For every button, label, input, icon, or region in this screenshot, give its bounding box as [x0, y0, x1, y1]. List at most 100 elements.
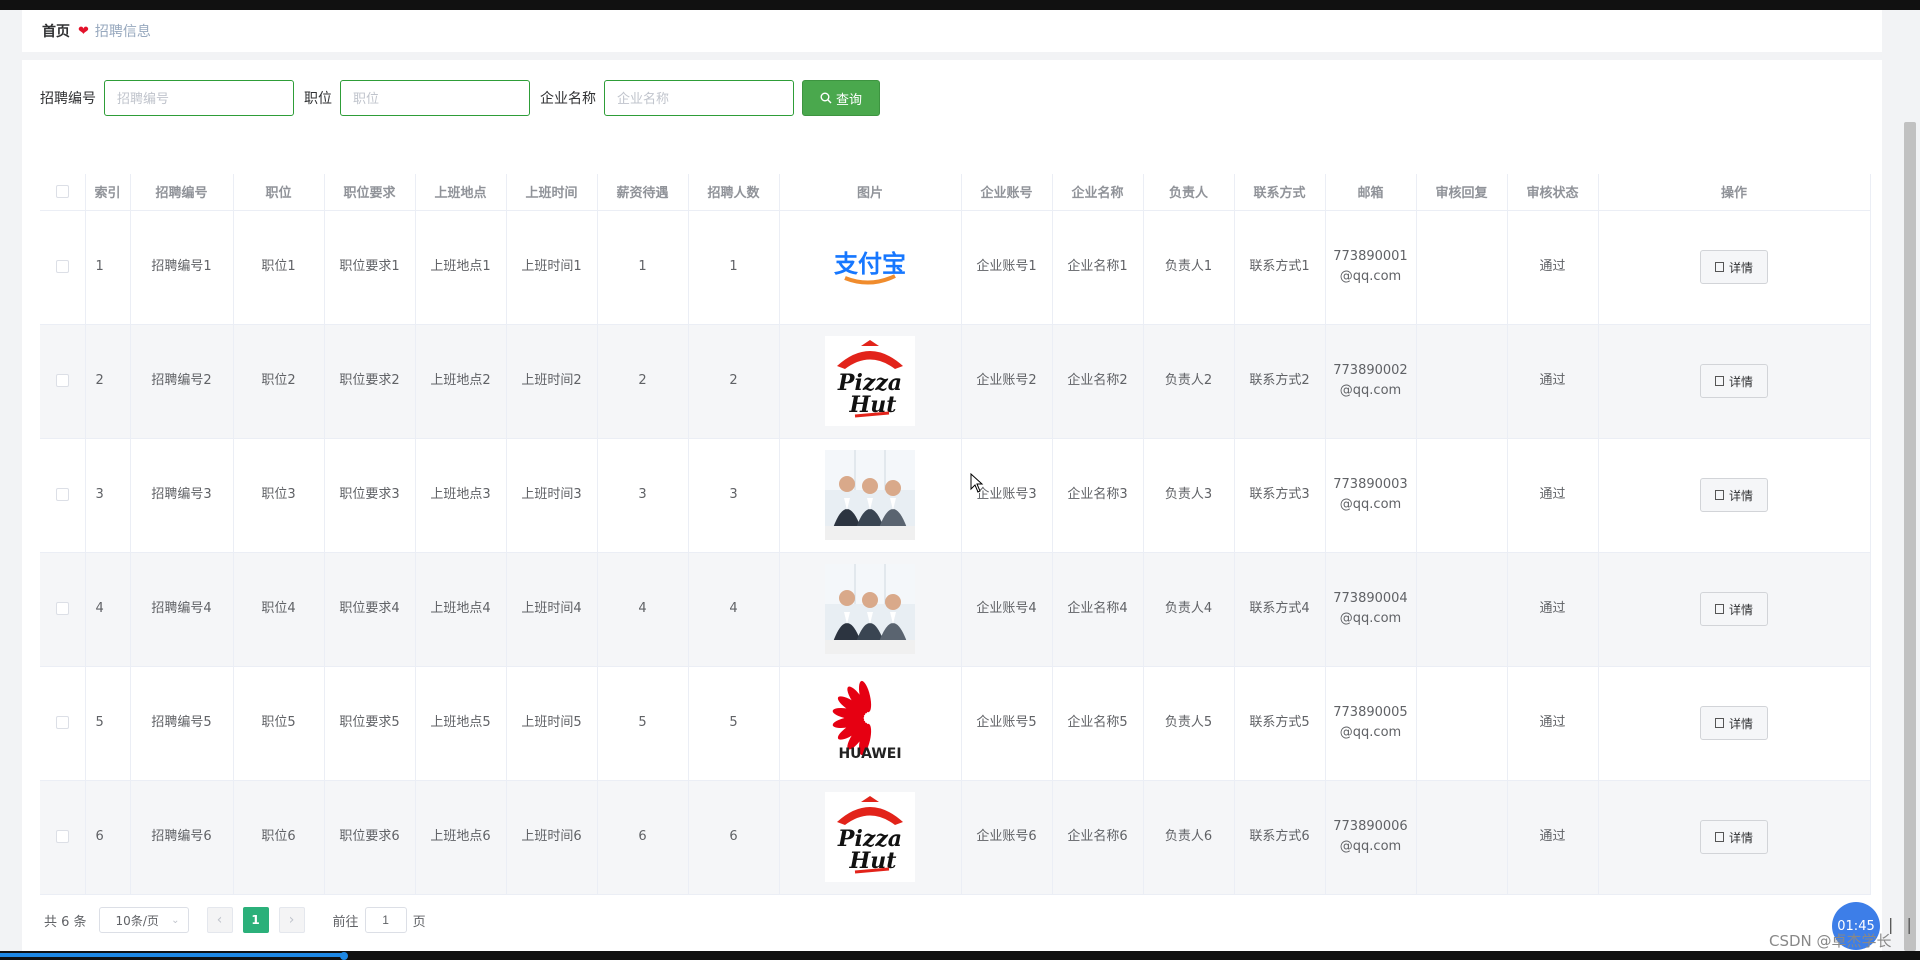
detail-button-label: 详情 — [1728, 602, 1753, 617]
chevron-right-icon: › — [288, 912, 295, 928]
salary-cell: 2 — [597, 324, 689, 439]
email-cell: 773890003 @qq.com — [1325, 438, 1417, 553]
goto-page-input[interactable] — [364, 907, 407, 933]
image-cell — [779, 438, 962, 553]
table-row: 4 招聘编号4 职位4 职位要求4 上班地点4 上班时间4 4 4 企业账号4 企业名称4 负责人4… — [40, 552, 1871, 667]
detail-button[interactable]: 详情 — [1700, 364, 1768, 398]
detail-button[interactable]: 详情 — [1700, 820, 1768, 854]
requirement-cell: 职位要求5 — [324, 666, 416, 781]
image-cell — [779, 552, 962, 667]
table-row: 6 招聘编号6 职位6 职位要求6 上班地点6 上班时间6 6 6 Pizza Hut 企业账号6 企… — [40, 780, 1871, 895]
search-button[interactable]: 查询 — [802, 80, 880, 116]
image-cell: Pizza Hut — [779, 324, 962, 439]
requirement-cell: 职位要求1 — [324, 210, 416, 325]
company-image: 支付宝 — [825, 222, 915, 312]
reply-cell — [1416, 438, 1508, 553]
code-cell: 招聘编号6 — [130, 780, 234, 895]
header-cell: 操作 — [1598, 174, 1871, 211]
index-cell: 6 — [85, 780, 131, 895]
email-cell: 773890006 @qq.com — [1325, 780, 1417, 895]
row-checkbox[interactable] — [55, 374, 69, 387]
account-cell: 企业账号4 — [961, 552, 1053, 667]
email-domain: @qq.com — [1339, 269, 1402, 284]
detail-button[interactable]: 详情 — [1700, 706, 1768, 740]
contact-cell: 联系方式2 — [1234, 324, 1326, 439]
action-cell: 详情 — [1598, 438, 1871, 553]
header-cell: 企业名称 — [1052, 174, 1144, 211]
code-search-input[interactable] — [104, 80, 294, 116]
email-domain: @qq.com — [1339, 497, 1402, 512]
action-cell: 详情 — [1598, 552, 1871, 667]
company-label: 企业名称 — [540, 91, 596, 107]
email-domain: @qq.com — [1339, 383, 1402, 398]
reply-cell — [1416, 210, 1508, 325]
code-cell: 招聘编号2 — [130, 324, 234, 439]
video-progress-bar — [0, 951, 1920, 960]
account-cell: 企业账号2 — [961, 324, 1053, 439]
worktime-cell: 上班时间4 — [506, 552, 598, 667]
header-cell: 负责人 — [1143, 174, 1235, 211]
email-number: 773890002 — [1333, 363, 1408, 378]
page-scrollbar[interactable] — [1904, 122, 1916, 951]
row-select-cell — [40, 438, 86, 553]
document-icon — [1714, 262, 1724, 272]
reply-cell — [1416, 666, 1508, 781]
manager-cell: 负责人6 — [1143, 780, 1235, 895]
table-row: 5 招聘编号5 职位5 职位要求5 上班地点5 上班时间5 5 5 HUAWEI 企业账号5 企业名… — [40, 666, 1871, 781]
page-size-select[interactable]: 10条/页 ⌄ — [98, 907, 189, 933]
breadcrumb-home[interactable]: 首页 — [42, 21, 70, 41]
row-select-cell — [40, 666, 86, 781]
worktime-cell: 上班时间1 — [506, 210, 598, 325]
manager-cell: 负责人4 — [1143, 552, 1235, 667]
manager-cell: 负责人5 — [1143, 666, 1235, 781]
table-row: 1 招聘编号1 职位1 职位要求1 上班地点1 上班时间1 1 1 支付宝 企业账号1 企业名称1 负… — [40, 210, 1871, 325]
select-all-checkbox[interactable] — [55, 185, 69, 199]
index-cell: 4 — [85, 552, 131, 667]
contact-cell: 联系方式3 — [1234, 438, 1326, 553]
table-row: 3 招聘编号3 职位3 职位要求3 上班地点3 上班时间3 3 3 企业账号3 企业名称3 负责人3… — [40, 438, 1871, 553]
pagination: 共 6 条 10条/页 ⌄ ‹ 1 › 前往 页 — [44, 907, 426, 933]
document-icon — [1714, 718, 1724, 728]
video-progress-knob[interactable] — [340, 952, 348, 960]
index-cell: 3 — [85, 438, 131, 553]
status-cell: 通过 — [1507, 210, 1599, 325]
contact-cell: 联系方式5 — [1234, 666, 1326, 781]
action-cell: 详情 — [1598, 666, 1871, 781]
count-cell: 6 — [688, 780, 780, 895]
prev-page-button[interactable]: ‹ — [206, 907, 233, 933]
row-checkbox[interactable] — [55, 716, 69, 729]
position-cell: 职位2 — [233, 324, 325, 439]
next-page-button[interactable]: › — [278, 907, 305, 933]
reply-cell — [1416, 552, 1508, 667]
detail-button[interactable]: 详情 — [1700, 250, 1768, 284]
detail-button-label: 详情 — [1728, 374, 1753, 389]
email-cell: 773890005 @qq.com — [1325, 666, 1417, 781]
count-cell: 1 — [688, 210, 780, 325]
company-search-input[interactable] — [604, 80, 794, 116]
detail-button[interactable]: 详情 — [1700, 592, 1768, 626]
position-cell: 职位1 — [233, 210, 325, 325]
detail-button-label: 详情 — [1728, 830, 1753, 845]
page-number-button[interactable]: 1 — [242, 907, 269, 933]
row-checkbox[interactable] — [55, 260, 69, 273]
row-checkbox[interactable] — [55, 830, 69, 843]
salary-cell: 5 — [597, 666, 689, 781]
watermark: CSDN @卓杰学长 — [1769, 932, 1892, 950]
table-row: 2 招聘编号2 职位2 职位要求2 上班地点2 上班时间2 2 2 Pizza Hut 企业账号2 企… — [40, 324, 1871, 439]
email-number: 773890006 — [1333, 819, 1408, 834]
email-domain: @qq.com — [1339, 725, 1402, 740]
row-checkbox[interactable] — [55, 488, 69, 501]
count-cell: 4 — [688, 552, 780, 667]
detail-button[interactable]: 详情 — [1700, 478, 1768, 512]
document-icon — [1714, 376, 1724, 386]
video-progress-fill — [0, 953, 345, 957]
company-image: Pizza Hut — [825, 336, 915, 426]
position-search-input[interactable] — [340, 80, 530, 116]
row-checkbox[interactable] — [55, 602, 69, 615]
email-cell: 773890002 @qq.com — [1325, 324, 1417, 439]
action-cell: 详情 — [1598, 210, 1871, 325]
heart-icon: ❤ — [78, 23, 89, 39]
image-cell: Pizza Hut — [779, 780, 962, 895]
header-cell: 上班地点 — [415, 174, 507, 211]
company-cell: 企业名称6 — [1052, 780, 1144, 895]
